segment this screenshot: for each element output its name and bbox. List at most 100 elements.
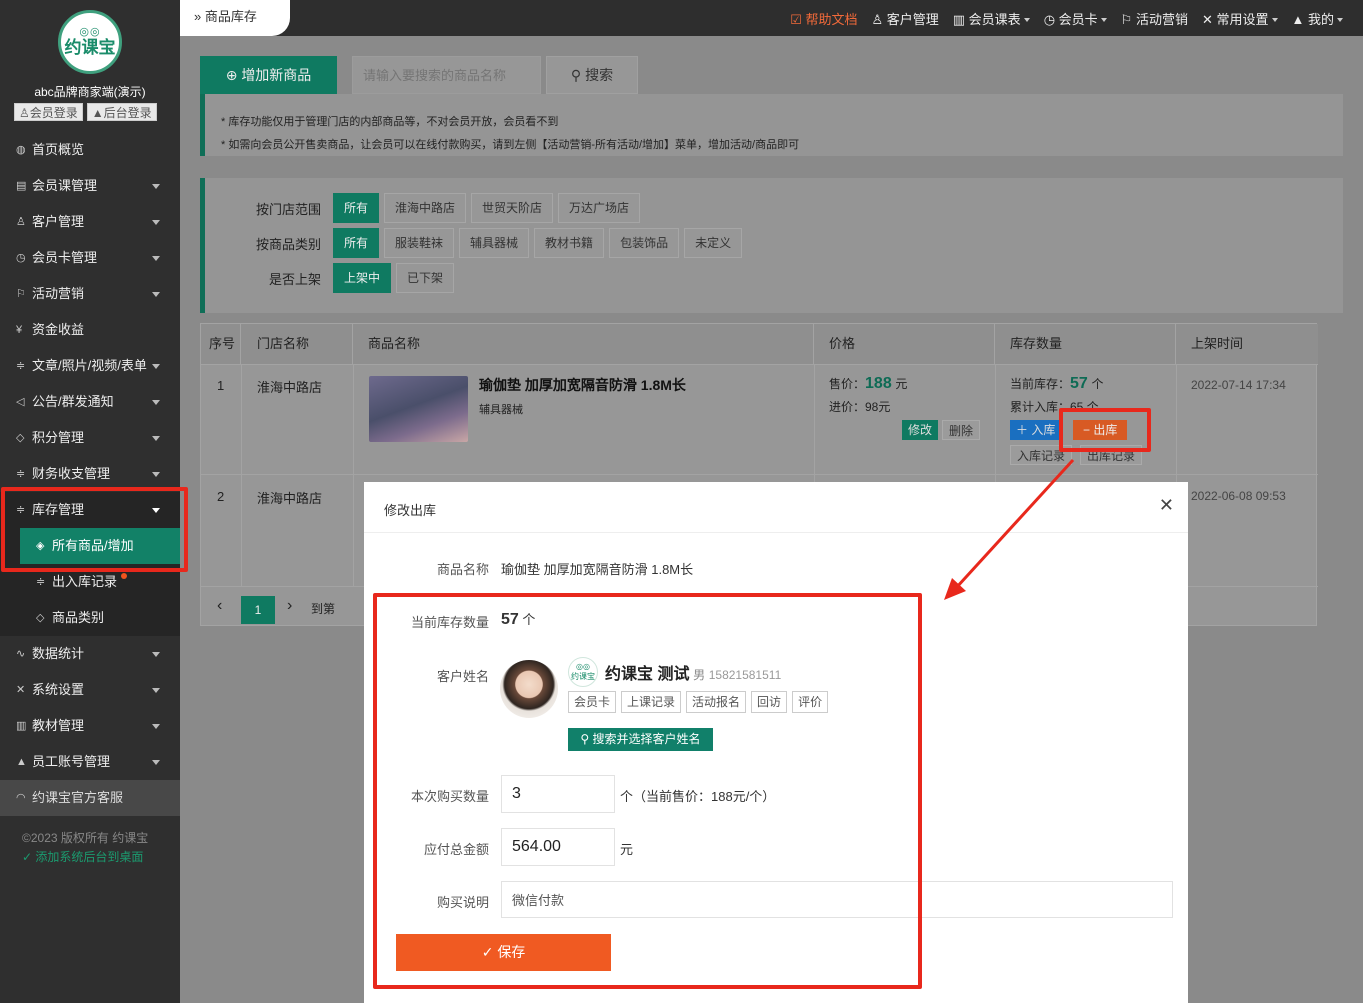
- top-marketing-link[interactable]: ⚐ 活动营销: [1121, 9, 1188, 28]
- sidebar-item-customers[interactable]: ♙ 客户管理: [0, 204, 180, 240]
- search-icon: ⚲: [570, 67, 586, 83]
- chevron-down-icon: [152, 688, 160, 693]
- delete-button[interactable]: 删除: [942, 420, 981, 440]
- filter-chip[interactable]: 服装鞋袜: [384, 228, 455, 258]
- filter-chip[interactable]: 上架中: [333, 263, 392, 293]
- row-number: 1: [217, 378, 225, 393]
- sidebar-item-member-course[interactable]: ▤ 会员课管理: [0, 168, 180, 204]
- clock-icon: ◷: [1043, 11, 1059, 27]
- filter-chip[interactable]: 辅具器械: [459, 228, 530, 258]
- table-header: 库存数量: [995, 324, 1176, 364]
- chevron-down-icon: [152, 184, 160, 189]
- modal-title: 修改出库: [384, 503, 437, 518]
- table-header: 商品名称: [353, 324, 814, 364]
- top-member-card-menu[interactable]: ◷ 会员卡: [1044, 9, 1107, 28]
- listed-time: 2022-06-08 09:53: [1191, 489, 1286, 503]
- top-settings-menu[interactable]: ✕ 常用设置: [1202, 9, 1278, 28]
- product-name: 瑜伽垫 加厚加宽隔音防滑 1.8M长: [479, 377, 686, 393]
- sidebar-item-marketing[interactable]: ⚐ 活动营销: [0, 276, 180, 312]
- tools-icon: ✕: [1201, 11, 1217, 27]
- sidebar-item-funds[interactable]: ¥ 资金收益: [0, 312, 180, 348]
- check-circle-icon: ✓: [22, 850, 36, 864]
- filter-chip[interactable]: 淮海中路店: [384, 193, 467, 223]
- add-product-button[interactable]: ⊕ 增加新商品: [200, 56, 337, 94]
- help-docs-link[interactable]: ☑ 帮助文档: [790, 9, 857, 28]
- filter-chip[interactable]: 所有: [333, 228, 380, 258]
- sliders-icon: ≑: [16, 360, 26, 372]
- sidebar-item-articles[interactable]: ≑ 文章/照片/视频/表单: [0, 348, 180, 384]
- filter-chip[interactable]: 所有: [333, 193, 380, 223]
- modal-header: 修改出库: [364, 482, 1188, 533]
- plus-circle-icon: ⊕: [225, 67, 242, 83]
- diamond-icon: ◇: [16, 432, 25, 444]
- filter-chip[interactable]: 世贸天阶店: [471, 193, 554, 223]
- category-filter: 按商品类别 所有 服装鞋袜 辅具器械 教材书籍 包装饰品 未定义: [205, 228, 747, 258]
- cost-price: 进价：98元: [829, 400, 891, 414]
- stock-in-button[interactable]: ＋ 入库: [1010, 420, 1062, 440]
- caret-down-icon: [1337, 18, 1343, 23]
- notice-line: * 库存功能仅用于管理门店的内部商品等，不对会员开放，会员看不到: [221, 116, 559, 128]
- chevron-down-icon: [152, 256, 160, 261]
- pulse-icon: ∿: [16, 648, 26, 660]
- sidebar-item-points[interactable]: ◇ 积分管理: [0, 420, 180, 456]
- caret-down-icon: [1023, 18, 1030, 23]
- sidebar-item-statistics[interactable]: ∿ 数据统计: [0, 636, 180, 672]
- topbar: » 商品库存 ☑ 帮助文档 ♙ 客户管理 ▥ 会员课表 ◷ 会员卡 ⚐ 活动营销…: [180, 0, 1363, 36]
- sidebar-item-dashboard[interactable]: ◍ 首页概览: [0, 132, 180, 168]
- member-login-button[interactable]: ♙会员登录: [14, 103, 83, 121]
- flag-icon: ⚐: [16, 288, 26, 300]
- sidebar-item-materials[interactable]: ▥ 教材管理: [0, 708, 180, 744]
- stock-label: 当前库存：: [1010, 377, 1071, 391]
- filter-label: 按门店范围: [255, 201, 321, 217]
- close-icon[interactable]: ✕: [1159, 495, 1174, 516]
- admin-login-button[interactable]: ▲后台登录: [86, 103, 157, 121]
- book-icon: ▥: [952, 11, 969, 27]
- caret-down-icon: [1271, 18, 1278, 23]
- goto-page-label: 到第: [311, 602, 336, 616]
- chevron-down-icon: [152, 652, 160, 657]
- brand-name: abc品牌商家端(演示): [34, 85, 146, 99]
- product-name-label: 商品名称: [436, 562, 489, 577]
- listed-time: 2022-07-14 17:34: [1191, 378, 1286, 392]
- chevron-down-icon: [152, 220, 160, 225]
- edit-button[interactable]: 修改: [902, 420, 939, 440]
- filter-chip[interactable]: 已下架: [396, 263, 455, 293]
- highlight-box: [1, 487, 188, 572]
- table-header: 价格: [814, 324, 995, 364]
- filter-chip[interactable]: 未定义: [684, 228, 743, 258]
- notice-panel: * 库存功能仅用于管理门店的内部商品等，不对会员开放，会员看不到 * 如需向会员…: [200, 94, 1343, 156]
- product-search-input[interactable]: [352, 56, 541, 94]
- sidebar-item-staff[interactable]: ▲ 员工账号管理: [0, 744, 180, 780]
- product-category: 辅具器械: [479, 404, 523, 416]
- chevron-down-icon: [152, 364, 160, 369]
- doc-icon: ▤: [16, 180, 27, 192]
- add-to-desktop-link[interactable]: ✓ 添加系统后台到桌面: [22, 848, 148, 867]
- stock-unit: 个: [1091, 377, 1104, 391]
- top-my-menu[interactable]: ▲ 我的: [1291, 9, 1343, 28]
- stock-count: 57: [1070, 375, 1088, 392]
- search-button[interactable]: ⚲ 搜索: [546, 56, 638, 94]
- user-icon: ♙: [16, 216, 26, 228]
- prev-page-icon[interactable]: ‹: [217, 597, 222, 615]
- filter-chip[interactable]: 万达广场店: [558, 193, 641, 223]
- top-customers-link[interactable]: ♙ 客户管理: [871, 9, 938, 28]
- chevron-down-icon: [152, 292, 160, 297]
- top-schedule-menu[interactable]: ▥ 会员课表: [953, 9, 1030, 28]
- store-name: 淮海中路店: [257, 380, 323, 395]
- product-name-value: 瑜伽垫 加厚加宽隔音防滑 1.8M长: [501, 562, 694, 577]
- store-name: 淮海中路店: [257, 491, 323, 506]
- filter-chip[interactable]: 教材书籍: [534, 228, 605, 258]
- yen-icon: ¥: [16, 324, 23, 336]
- chevron-down-icon: [152, 400, 160, 405]
- sidebar-item-member-card[interactable]: ◷ 会员卡管理: [0, 240, 180, 276]
- page-button[interactable]: 1: [241, 596, 275, 624]
- person-icon: ▲: [1291, 11, 1308, 27]
- notification-dot: [121, 573, 128, 579]
- filter-chip[interactable]: 包装饰品: [609, 228, 680, 258]
- sidebar-item-announcements[interactable]: ◁ 公告/群发通知: [0, 384, 180, 420]
- sidebar-item-service[interactable]: ◠ 约课宝官方客服: [0, 780, 180, 816]
- next-page-icon[interactable]: ›: [287, 597, 292, 615]
- sidebar-item-system-settings[interactable]: ✕ 系统设置: [0, 672, 180, 708]
- sidebar-item-product-category[interactable]: ◇ 商品类别: [0, 600, 180, 636]
- chevron-down-icon: [152, 760, 160, 765]
